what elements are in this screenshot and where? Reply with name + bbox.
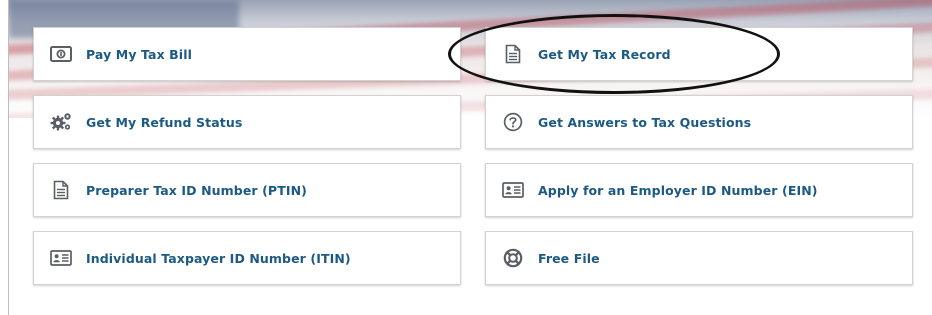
get-my-tax-record-label: Get My Tax Record [538, 46, 671, 62]
document-icon [50, 179, 72, 201]
preparer-tax-id-number-button[interactable]: Preparer Tax ID Number (PTIN) [33, 163, 461, 217]
apply-employer-id-number-label: Apply for an Employer ID Number (EIN) [538, 182, 818, 198]
get-my-refund-status-button[interactable]: Get My Refund Status [33, 95, 461, 149]
pay-my-tax-bill-button[interactable]: Pay My Tax Bill [33, 27, 461, 81]
life-ring-icon [502, 247, 524, 269]
preparer-tax-id-number-label: Preparer Tax ID Number (PTIN) [86, 182, 307, 198]
id-card-icon [50, 247, 72, 269]
individual-taxpayer-id-number-button[interactable]: Individual Taxpayer ID Number (ITIN) [33, 231, 461, 285]
gears-icon [50, 111, 72, 133]
money-bill-icon [50, 43, 72, 65]
get-my-tax-record-button[interactable]: Get My Tax Record [485, 27, 913, 81]
get-my-refund-status-label: Get My Refund Status [86, 114, 243, 130]
apply-employer-id-number-button[interactable]: Apply for an Employer ID Number (EIN) [485, 163, 913, 217]
get-answers-to-tax-questions-label: Get Answers to Tax Questions [538, 114, 752, 130]
document-icon [502, 43, 524, 65]
get-answers-to-tax-questions-button[interactable]: Get Answers to Tax Questions [485, 95, 913, 149]
question-circle-icon [502, 111, 524, 133]
free-file-button[interactable]: Free File [485, 231, 913, 285]
individual-taxpayer-id-number-label: Individual Taxpayer ID Number (ITIN) [86, 250, 351, 266]
free-file-label: Free File [538, 250, 600, 266]
id-card-icon [502, 179, 524, 201]
pay-my-tax-bill-label: Pay My Tax Bill [86, 46, 192, 62]
